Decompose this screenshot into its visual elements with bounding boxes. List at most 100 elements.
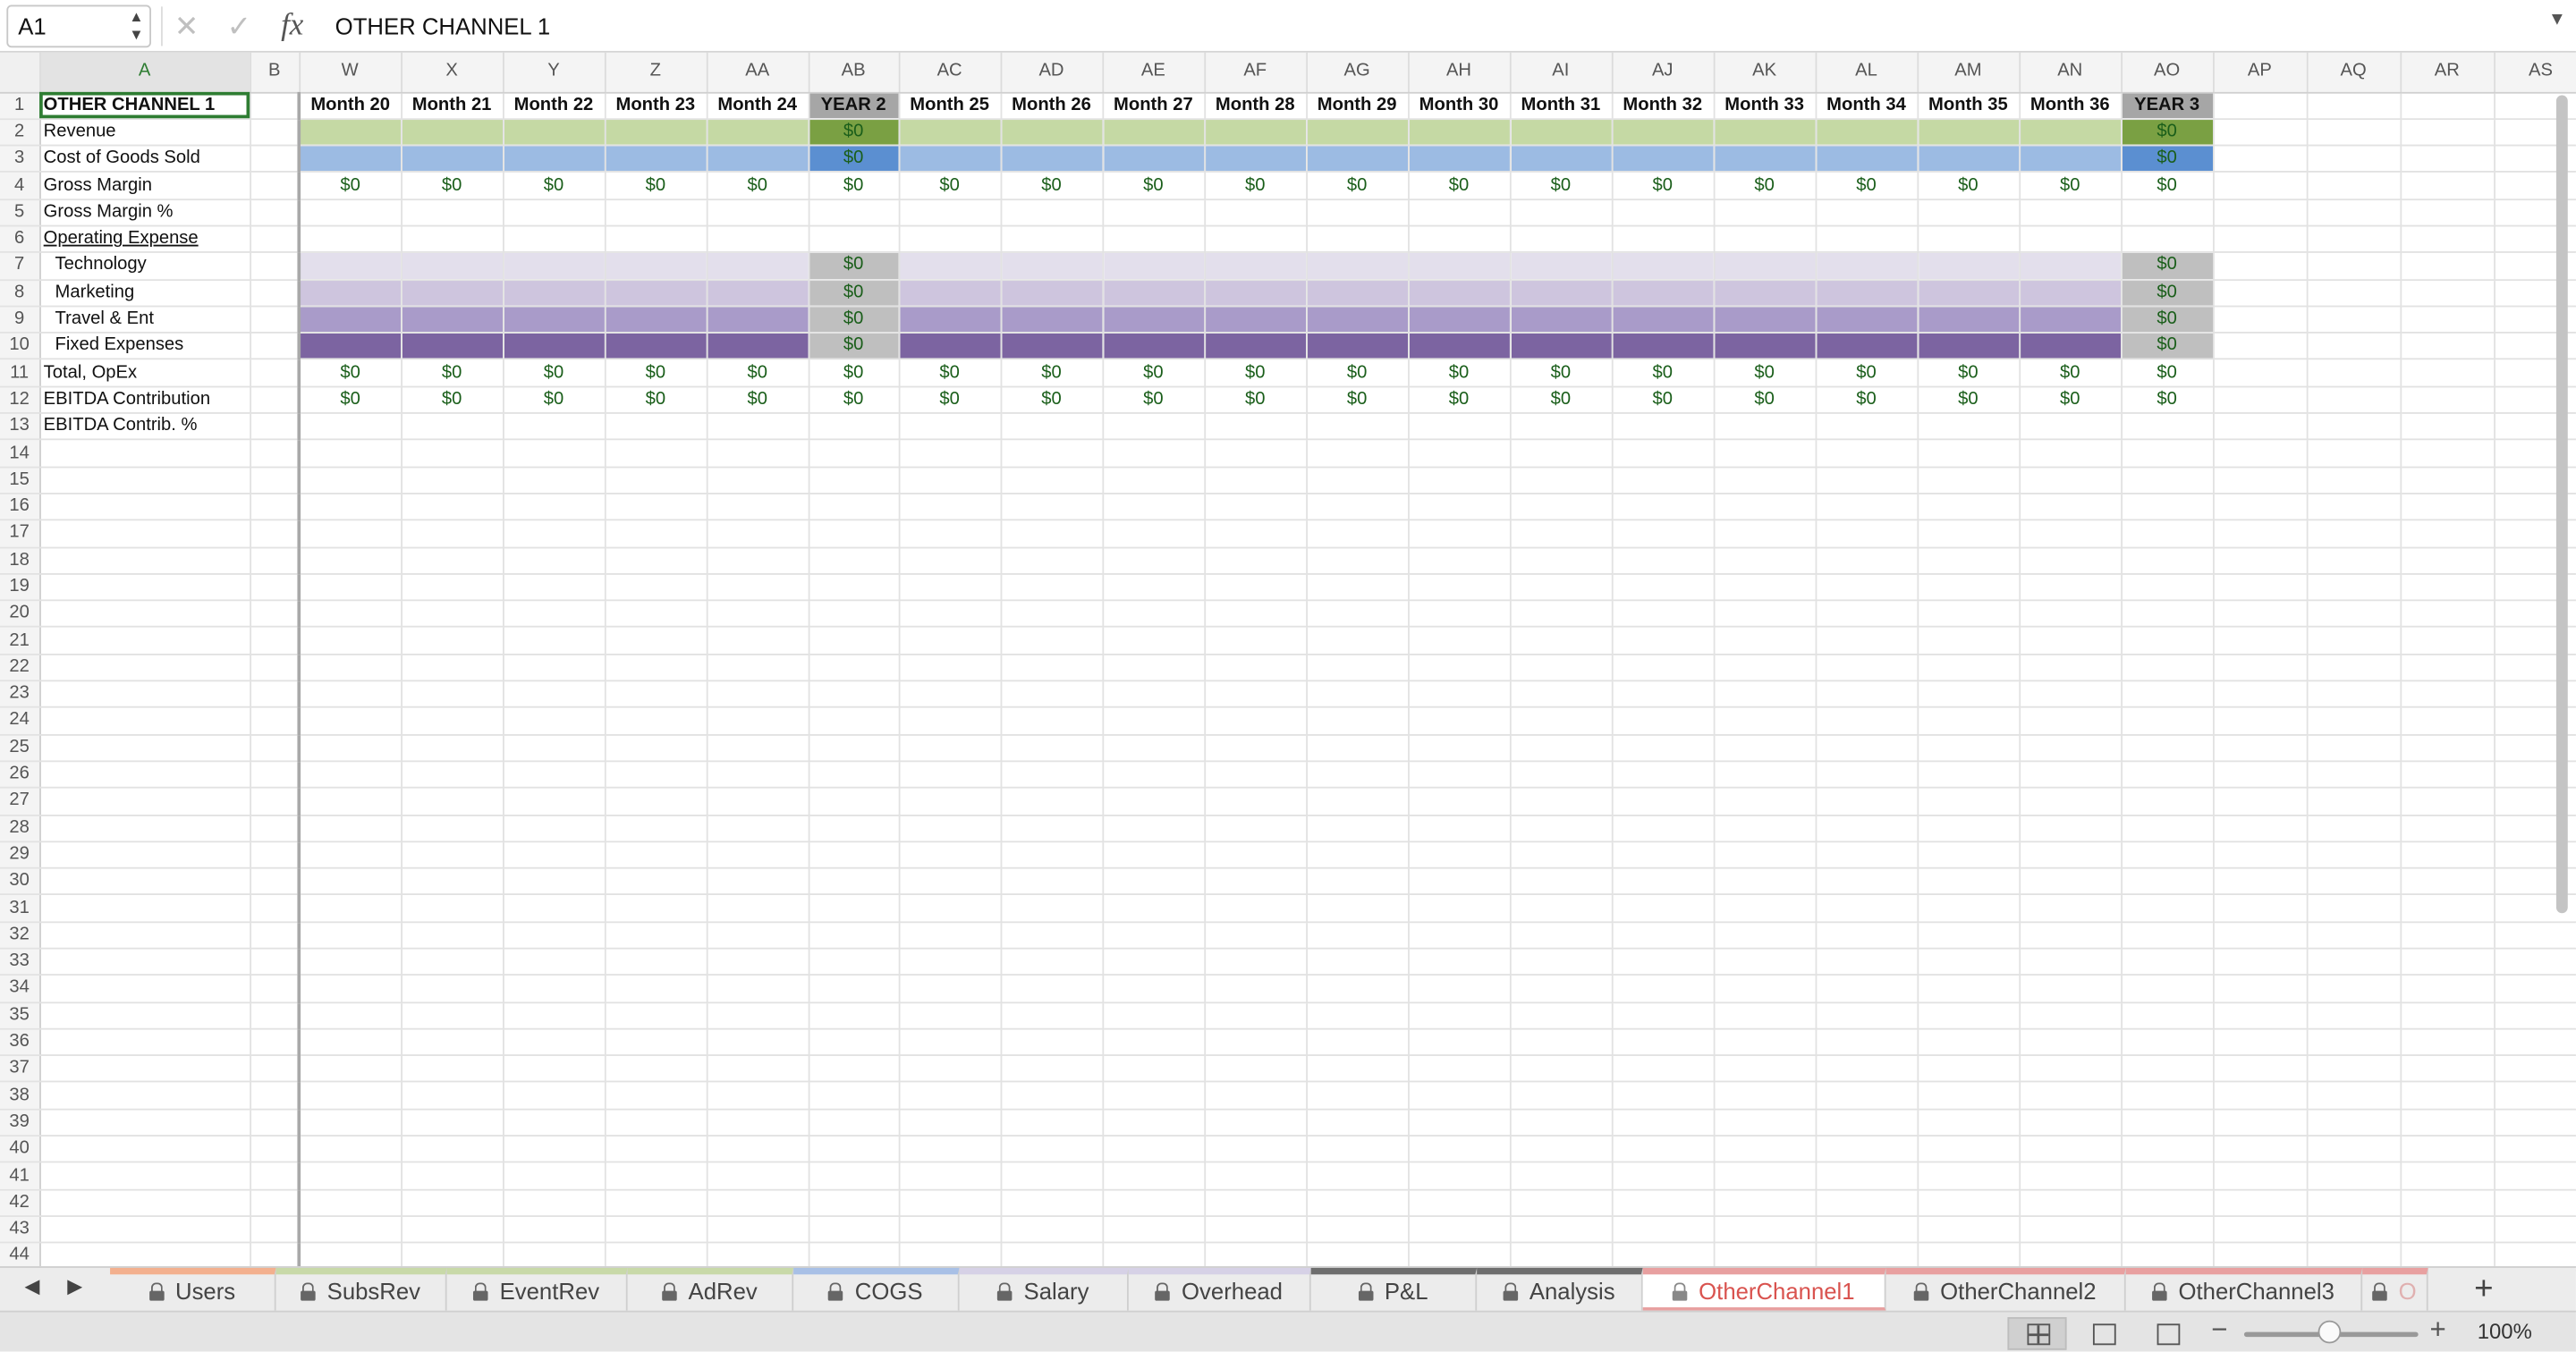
cell[interactable] bbox=[503, 279, 606, 308]
cell[interactable] bbox=[503, 493, 606, 521]
value-cell[interactable]: $0 bbox=[1408, 172, 1511, 200]
cell[interactable] bbox=[1000, 948, 1104, 976]
cell[interactable] bbox=[1509, 493, 1613, 521]
add-sheet-button[interactable]: + bbox=[2474, 1272, 2493, 1309]
cell[interactable] bbox=[1102, 145, 1206, 173]
cell[interactable] bbox=[250, 707, 301, 736]
cell[interactable] bbox=[1917, 279, 2021, 308]
page-break-button[interactable] bbox=[2138, 1317, 2197, 1350]
cell[interactable] bbox=[1000, 975, 1104, 1003]
cell[interactable] bbox=[503, 306, 606, 334]
value-cell[interactable]: $0 bbox=[706, 386, 809, 414]
cell[interactable] bbox=[401, 413, 504, 441]
cell[interactable] bbox=[1000, 867, 1104, 896]
cell[interactable] bbox=[1000, 815, 1104, 842]
cell[interactable] bbox=[2400, 948, 2496, 976]
cell[interactable] bbox=[706, 306, 809, 334]
cell[interactable] bbox=[604, 707, 708, 736]
column-header[interactable]: AB bbox=[808, 52, 900, 93]
value-cell[interactable]: $0 bbox=[503, 172, 606, 200]
cell[interactable] bbox=[401, 279, 504, 308]
cell[interactable] bbox=[2019, 600, 2123, 629]
cell[interactable] bbox=[2306, 145, 2402, 173]
cell[interactable] bbox=[39, 761, 251, 790]
cell[interactable] bbox=[898, 921, 1002, 950]
value-cell[interactable]: $0 bbox=[299, 172, 402, 200]
cell[interactable] bbox=[299, 279, 402, 308]
cell[interactable] bbox=[1408, 333, 1511, 361]
cell[interactable] bbox=[1917, 252, 2021, 281]
cell[interactable] bbox=[1713, 894, 1817, 923]
cell[interactable] bbox=[1408, 1216, 1511, 1244]
value-cell[interactable]: $0 bbox=[1611, 359, 1715, 388]
cell[interactable] bbox=[2494, 1055, 2576, 1084]
cell[interactable] bbox=[299, 573, 402, 602]
cell[interactable] bbox=[1102, 867, 1206, 896]
cell[interactable] bbox=[250, 413, 301, 441]
cell[interactable] bbox=[250, 172, 301, 200]
column-header[interactable]: Z bbox=[604, 52, 708, 93]
sheet-tab-cogs[interactable]: COGS bbox=[793, 1267, 960, 1311]
cell[interactable] bbox=[2019, 654, 2123, 682]
cell[interactable] bbox=[1204, 707, 1308, 736]
cell[interactable] bbox=[1306, 627, 1409, 655]
cell[interactable] bbox=[1815, 413, 1919, 441]
cell[interactable] bbox=[604, 975, 708, 1003]
cell[interactable] bbox=[1204, 975, 1308, 1003]
cell[interactable] bbox=[2121, 493, 2214, 521]
cell[interactable] bbox=[2400, 333, 2496, 361]
cell[interactable] bbox=[503, 921, 606, 950]
cell[interactable] bbox=[2019, 493, 2123, 521]
cell[interactable] bbox=[1611, 948, 1715, 976]
cell[interactable] bbox=[898, 573, 1002, 602]
cell[interactable] bbox=[2213, 627, 2308, 655]
cell[interactable] bbox=[503, 680, 606, 709]
cell[interactable] bbox=[2213, 1162, 2308, 1191]
cell[interactable] bbox=[39, 1001, 251, 1030]
cell[interactable] bbox=[604, 493, 708, 521]
value-cell[interactable]: $0 bbox=[1509, 172, 1613, 200]
cell[interactable] bbox=[808, 520, 900, 548]
row-header[interactable]: 23 bbox=[0, 680, 40, 709]
value-cell[interactable]: $0 bbox=[1509, 386, 1613, 414]
cell[interactable] bbox=[1509, 921, 1613, 950]
cell[interactable] bbox=[1000, 439, 1104, 468]
cell[interactable] bbox=[299, 1082, 402, 1111]
cell[interactable] bbox=[1509, 413, 1613, 441]
cell[interactable] bbox=[1408, 948, 1511, 976]
cell[interactable] bbox=[1306, 279, 1409, 308]
cell[interactable] bbox=[1102, 1136, 1206, 1164]
cell[interactable] bbox=[1713, 654, 1817, 682]
value-cell[interactable]: $0 bbox=[1917, 359, 2021, 388]
row-header[interactable]: 35 bbox=[0, 1001, 40, 1030]
cell[interactable] bbox=[1000, 894, 1104, 923]
cell[interactable] bbox=[299, 1028, 402, 1057]
cell[interactable] bbox=[39, 439, 251, 468]
cell[interactable] bbox=[1509, 145, 1613, 173]
tab-nav-right-icon[interactable]: ▶ bbox=[67, 1274, 82, 1297]
cell[interactable] bbox=[1000, 1189, 1104, 1217]
cell[interactable] bbox=[808, 1082, 900, 1111]
cell[interactable] bbox=[2121, 1028, 2214, 1057]
cell[interactable] bbox=[401, 921, 504, 950]
cell[interactable] bbox=[1815, 493, 1919, 521]
row-header[interactable]: 22 bbox=[0, 654, 40, 682]
cell[interactable] bbox=[2019, 1001, 2123, 1030]
cell[interactable] bbox=[401, 1136, 504, 1164]
cell[interactable] bbox=[503, 1216, 606, 1244]
column-header[interactable]: B bbox=[250, 52, 301, 93]
month-header[interactable]: Month 36 bbox=[2019, 91, 2123, 120]
cell[interactable] bbox=[2400, 91, 2496, 120]
cell[interactable] bbox=[604, 1216, 708, 1244]
cell[interactable] bbox=[2213, 1028, 2308, 1057]
cell[interactable] bbox=[1917, 225, 2021, 254]
cell[interactable] bbox=[1611, 1136, 1715, 1164]
cell[interactable] bbox=[2400, 734, 2496, 763]
cell[interactable] bbox=[2213, 841, 2308, 869]
value-cell[interactable]: $0 bbox=[503, 386, 606, 414]
column-header[interactable]: AP bbox=[2213, 52, 2308, 93]
cell[interactable] bbox=[898, 546, 1002, 575]
row-header[interactable]: 39 bbox=[0, 1109, 40, 1137]
month-header[interactable]: Month 31 bbox=[1509, 91, 1613, 120]
cell[interactable] bbox=[898, 333, 1002, 361]
